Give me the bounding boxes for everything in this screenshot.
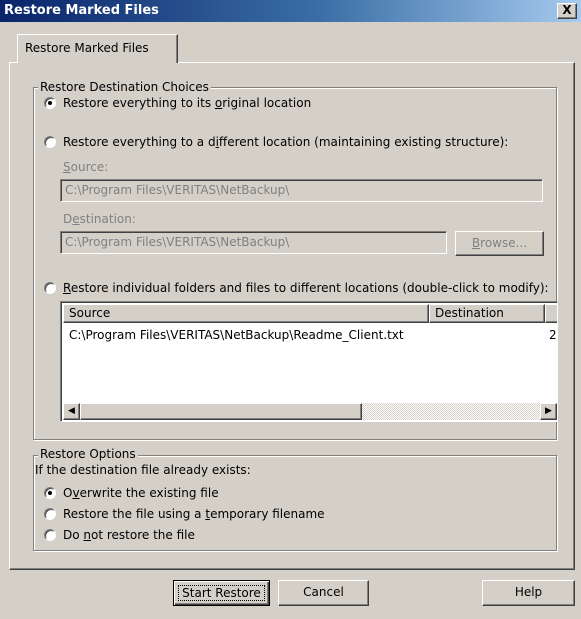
horizontal-scrollbar[interactable]: ◀ ▶: [63, 403, 557, 420]
radio-different-location[interactable]: [44, 136, 56, 148]
radio-temporary-filename[interactable]: [44, 508, 56, 520]
column-header-destination[interactable]: Destination: [429, 304, 545, 323]
scroll-right-button[interactable]: ▶: [540, 403, 557, 420]
arrow-right-icon: ▶: [545, 406, 552, 416]
label-overwrite[interactable]: Overwrite the existing file: [63, 486, 219, 500]
label-different-location[interactable]: Restore everything to a different locati…: [63, 135, 508, 149]
label-individual-locations[interactable]: Restore individual folders and files to …: [63, 281, 549, 295]
source-field[interactable]: C:\Program Files\VERITAS\NetBackup\: [60, 179, 543, 202]
label-original-location[interactable]: Restore everything to its original locat…: [63, 96, 311, 110]
destination-label: Destination:: [63, 212, 136, 226]
column-header-extra[interactable]: [545, 304, 557, 323]
source-label: Source:: [63, 160, 109, 174]
close-icon: X: [562, 3, 572, 17]
window-title: Restore Marked Files: [4, 3, 159, 18]
restore-options-title: Restore Options: [38, 447, 138, 461]
radio-do-not-restore[interactable]: [44, 529, 56, 541]
close-button[interactable]: X: [557, 3, 577, 19]
label-do-not-restore[interactable]: Do not restore the file: [63, 528, 195, 542]
tab-label: Restore Marked Files: [25, 41, 149, 55]
radio-overwrite[interactable]: [44, 487, 56, 499]
focus-rect: Start Restore: [178, 585, 265, 601]
label-temporary-filename[interactable]: Restore the file using a temporary filen…: [63, 507, 325, 521]
radio-original-location[interactable]: [44, 97, 56, 109]
destination-field[interactable]: C:\Program Files\VERITAS\NetBackup\: [60, 231, 447, 254]
cancel-button[interactable]: Cancel: [278, 580, 369, 606]
restore-file-list[interactable]: Source Destination C:\Program Files\VERI…: [60, 301, 558, 422]
column-header-source[interactable]: Source: [63, 304, 429, 323]
tab-restore-marked-files[interactable]: Restore Marked Files: [17, 34, 178, 63]
browse-button[interactable]: Browse...: [455, 231, 544, 256]
start-restore-button[interactable]: Start Restore: [173, 580, 270, 606]
radio-individual-locations[interactable]: [44, 282, 56, 294]
arrow-left-icon: ◀: [68, 406, 75, 416]
list-item-overflow: 2: [549, 328, 557, 342]
title-bar: Restore Marked Files: [0, 0, 581, 22]
help-button[interactable]: Help: [482, 580, 575, 606]
destination-choices-title: Restore Destination Choices: [38, 80, 211, 94]
scroll-left-button[interactable]: ◀: [63, 403, 80, 420]
scrollbar-thumb[interactable]: [80, 403, 362, 420]
list-item[interactable]: C:\Program Files\VERITAS\NetBackup\Readm…: [69, 328, 404, 342]
restore-options-prompt: If the destination file already exists:: [35, 463, 251, 477]
